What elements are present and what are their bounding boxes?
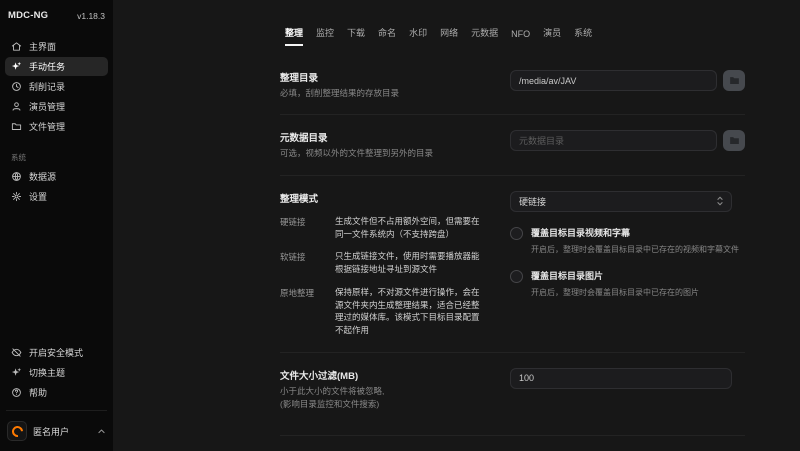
toggle-overwrite-video: 覆盖目标目录视频和字幕 开启后，整理时会覆盖目标目录中已存在的视频和字幕文件 xyxy=(510,226,745,255)
globe-icon xyxy=(11,171,22,182)
metadata-dir-input[interactable] xyxy=(510,130,717,151)
sidebar-item-label: 演员管理 xyxy=(29,100,65,113)
row-metadata-dir: 元数据目录 可选，视频以外的文件整理到另外的目录 xyxy=(280,115,745,175)
theme-sparkles-icon xyxy=(11,367,22,378)
sidebar-item-manual-task[interactable]: 手动任务 xyxy=(5,57,108,76)
help-icon xyxy=(11,387,22,398)
eye-off-icon xyxy=(11,347,22,358)
tab-network[interactable]: 网络 xyxy=(440,26,458,46)
sidebar-divider xyxy=(6,410,107,411)
sidebar-item-switch-theme[interactable]: 切换主题 xyxy=(5,363,108,382)
toggle-overwrite-image: 覆盖目标目录图片 开启后，整理时会覆盖目标目录中已存在的图片 xyxy=(510,269,745,298)
tab-monitor[interactable]: 监控 xyxy=(316,26,334,46)
sidebar-item-label: 设置 xyxy=(29,190,47,203)
sidebar-section-system: 系统 xyxy=(11,152,108,163)
avatar xyxy=(7,421,27,441)
toggle-desc: 开启后，整理时会覆盖目标目录中已存在的视频和字幕文件 xyxy=(531,244,739,255)
sidebar-item-label: 手动任务 xyxy=(29,60,65,73)
mode-term: 软链接 xyxy=(280,250,335,276)
home-icon xyxy=(11,41,22,52)
tab-naming[interactable]: 命名 xyxy=(378,26,396,46)
field-desc: 必填，刮削整理结果的存放目录 xyxy=(280,88,485,99)
row-organize-dir: 整理目录 必填，刮削整理结果的存放目录 xyxy=(280,55,745,115)
mode-hardlink: 硬链接 生成文件但不占用额外空间，但需要在同一文件系统内（不支持跨盘） xyxy=(280,215,485,241)
field-label: 元数据目录 xyxy=(280,130,485,144)
tab-download[interactable]: 下载 xyxy=(347,26,365,46)
settings-form: 整理目录 必填，刮削整理结果的存放目录 元数据目录 可选，视频以外的文件整理到另… xyxy=(280,55,745,451)
sidebar-item-file-manage[interactable]: 文件管理 xyxy=(5,117,108,136)
history-icon xyxy=(11,81,22,92)
toggle-label: 覆盖目标目录视频和字幕 xyxy=(531,226,739,239)
browse-folder-button[interactable] xyxy=(723,130,745,151)
field-desc: 可选，视频以外的文件整理到另外的目录 xyxy=(280,148,485,159)
field-label: 整理目录 xyxy=(280,70,485,84)
mode-def: 只生成链接文件，使用时需要播放器能根据链接地址寻址到源文件 xyxy=(335,250,485,276)
toggle-label: 覆盖目标目录图片 xyxy=(531,269,699,282)
sidebar-item-label: 文件管理 xyxy=(29,120,65,133)
sidebar-footer: 开启安全模式 切换主题 帮助 匿名用户 xyxy=(5,343,108,443)
folder-icon xyxy=(11,121,22,132)
user-menu[interactable]: 匿名用户 xyxy=(5,419,108,443)
main-content: 整理 监控 下载 命名 水印 网络 元数据 NFO 演员 系统 整理目录 必填，… xyxy=(113,0,800,451)
brand-logo-icon xyxy=(9,423,24,438)
sidebar-item-help[interactable]: 帮助 xyxy=(5,383,108,402)
field-label: 文件大小过滤(MB) xyxy=(280,368,485,382)
sidebar-item-label: 数据源 xyxy=(29,170,56,183)
mode-term: 硬链接 xyxy=(280,215,335,241)
sidebar-system-nav: 数据源 设置 xyxy=(5,167,108,206)
field-label: 整理模式 xyxy=(280,191,485,205)
sidebar-item-label: 主界面 xyxy=(29,40,56,53)
sparkles-icon xyxy=(11,61,22,72)
sidebar-nav: 主界面 手动任务 刮削记录 演员管理 文件管理 xyxy=(5,37,108,136)
size-filter-input[interactable] xyxy=(510,368,732,389)
sidebar-item-data-source[interactable]: 数据源 xyxy=(5,167,108,186)
folder-icon xyxy=(729,75,740,86)
checkbox-overwrite-image[interactable] xyxy=(510,270,523,283)
mode-symlink: 软链接 只生成链接文件，使用时需要播放器能根据链接地址寻址到源文件 xyxy=(280,250,485,276)
chevron-up-icon xyxy=(97,427,106,436)
toggle-desc: 开启后，整理时会覆盖目标目录中已存在的图片 xyxy=(531,287,699,298)
sidebar: MDC-NG v1.18.3 主界面 手动任务 刮削记录 演员管理 文 xyxy=(0,0,113,451)
tab-watermark[interactable]: 水印 xyxy=(409,26,427,46)
mode-def: 生成文件但不占用额外空间，但需要在同一文件系统内（不支持跨盘） xyxy=(335,215,485,241)
organize-mode-select[interactable]: 硬链接 xyxy=(510,191,732,212)
sidebar-item-scrape-history[interactable]: 刮削记录 xyxy=(5,77,108,96)
app-title: MDC-NG xyxy=(8,10,48,21)
user-name: 匿名用户 xyxy=(33,425,69,438)
mode-def: 保持原样，不对源文件进行操作，会在源文件夹内生成整理结果，适合已经整理过的媒体库… xyxy=(335,286,485,337)
tab-bar: 整理 监控 下载 命名 水印 网络 元数据 NFO 演员 系统 xyxy=(285,26,800,46)
field-desc: (影响目录监控和文件搜索) xyxy=(280,399,485,410)
tab-metadata[interactable]: 元数据 xyxy=(471,26,498,46)
mode-inplace: 原地整理 保持原样，不对源文件进行操作，会在源文件夹内生成整理结果，适合已经整理… xyxy=(280,286,485,337)
sidebar-item-label: 开启安全模式 xyxy=(29,346,83,359)
selected-option: 硬链接 xyxy=(519,195,546,208)
app-version: v1.18.3 xyxy=(77,11,105,21)
organize-dir-input[interactable] xyxy=(510,70,717,91)
app-window: MDC-NG v1.18.3 主界面 手动任务 刮削记录 演员管理 文 xyxy=(0,0,800,451)
person-icon xyxy=(11,101,22,112)
tab-system[interactable]: 系统 xyxy=(574,26,592,46)
chevron-updown-icon xyxy=(715,195,725,207)
sidebar-item-label: 切换主题 xyxy=(29,366,65,379)
row-size-filter: 文件大小过滤(MB) 小于此大小的文件将被忽略, (影响目录监控和文件搜索) xyxy=(280,353,745,436)
field-desc: 小于此大小的文件将被忽略, xyxy=(280,386,485,397)
sidebar-item-home[interactable]: 主界面 xyxy=(5,37,108,56)
folder-icon xyxy=(729,135,740,146)
sidebar-item-label: 刮削记录 xyxy=(29,80,65,93)
tab-organize[interactable]: 整理 xyxy=(285,26,303,46)
sidebar-item-label: 帮助 xyxy=(29,386,47,399)
gear-icon xyxy=(11,191,22,202)
mode-term: 原地整理 xyxy=(280,286,335,337)
tab-nfo[interactable]: NFO xyxy=(511,29,530,46)
row-organize-mode: 整理模式 硬链接 生成文件但不占用额外空间，但需要在同一文件系统内（不支持跨盘）… xyxy=(280,176,745,353)
sidebar-item-settings[interactable]: 设置 xyxy=(5,187,108,206)
sidebar-header: MDC-NG v1.18.3 xyxy=(5,6,108,21)
sidebar-item-actor-manage[interactable]: 演员管理 xyxy=(5,97,108,116)
sidebar-item-safe-mode[interactable]: 开启安全模式 xyxy=(5,343,108,362)
row-type-whitelist: 文件类型白名单 只有文件名后缀在列表中的会被识别为影片处理 mp4 avi rm… xyxy=(280,436,745,451)
browse-folder-button[interactable] xyxy=(723,70,745,91)
tab-actor[interactable]: 演员 xyxy=(543,26,561,46)
checkbox-overwrite-video[interactable] xyxy=(510,227,523,240)
